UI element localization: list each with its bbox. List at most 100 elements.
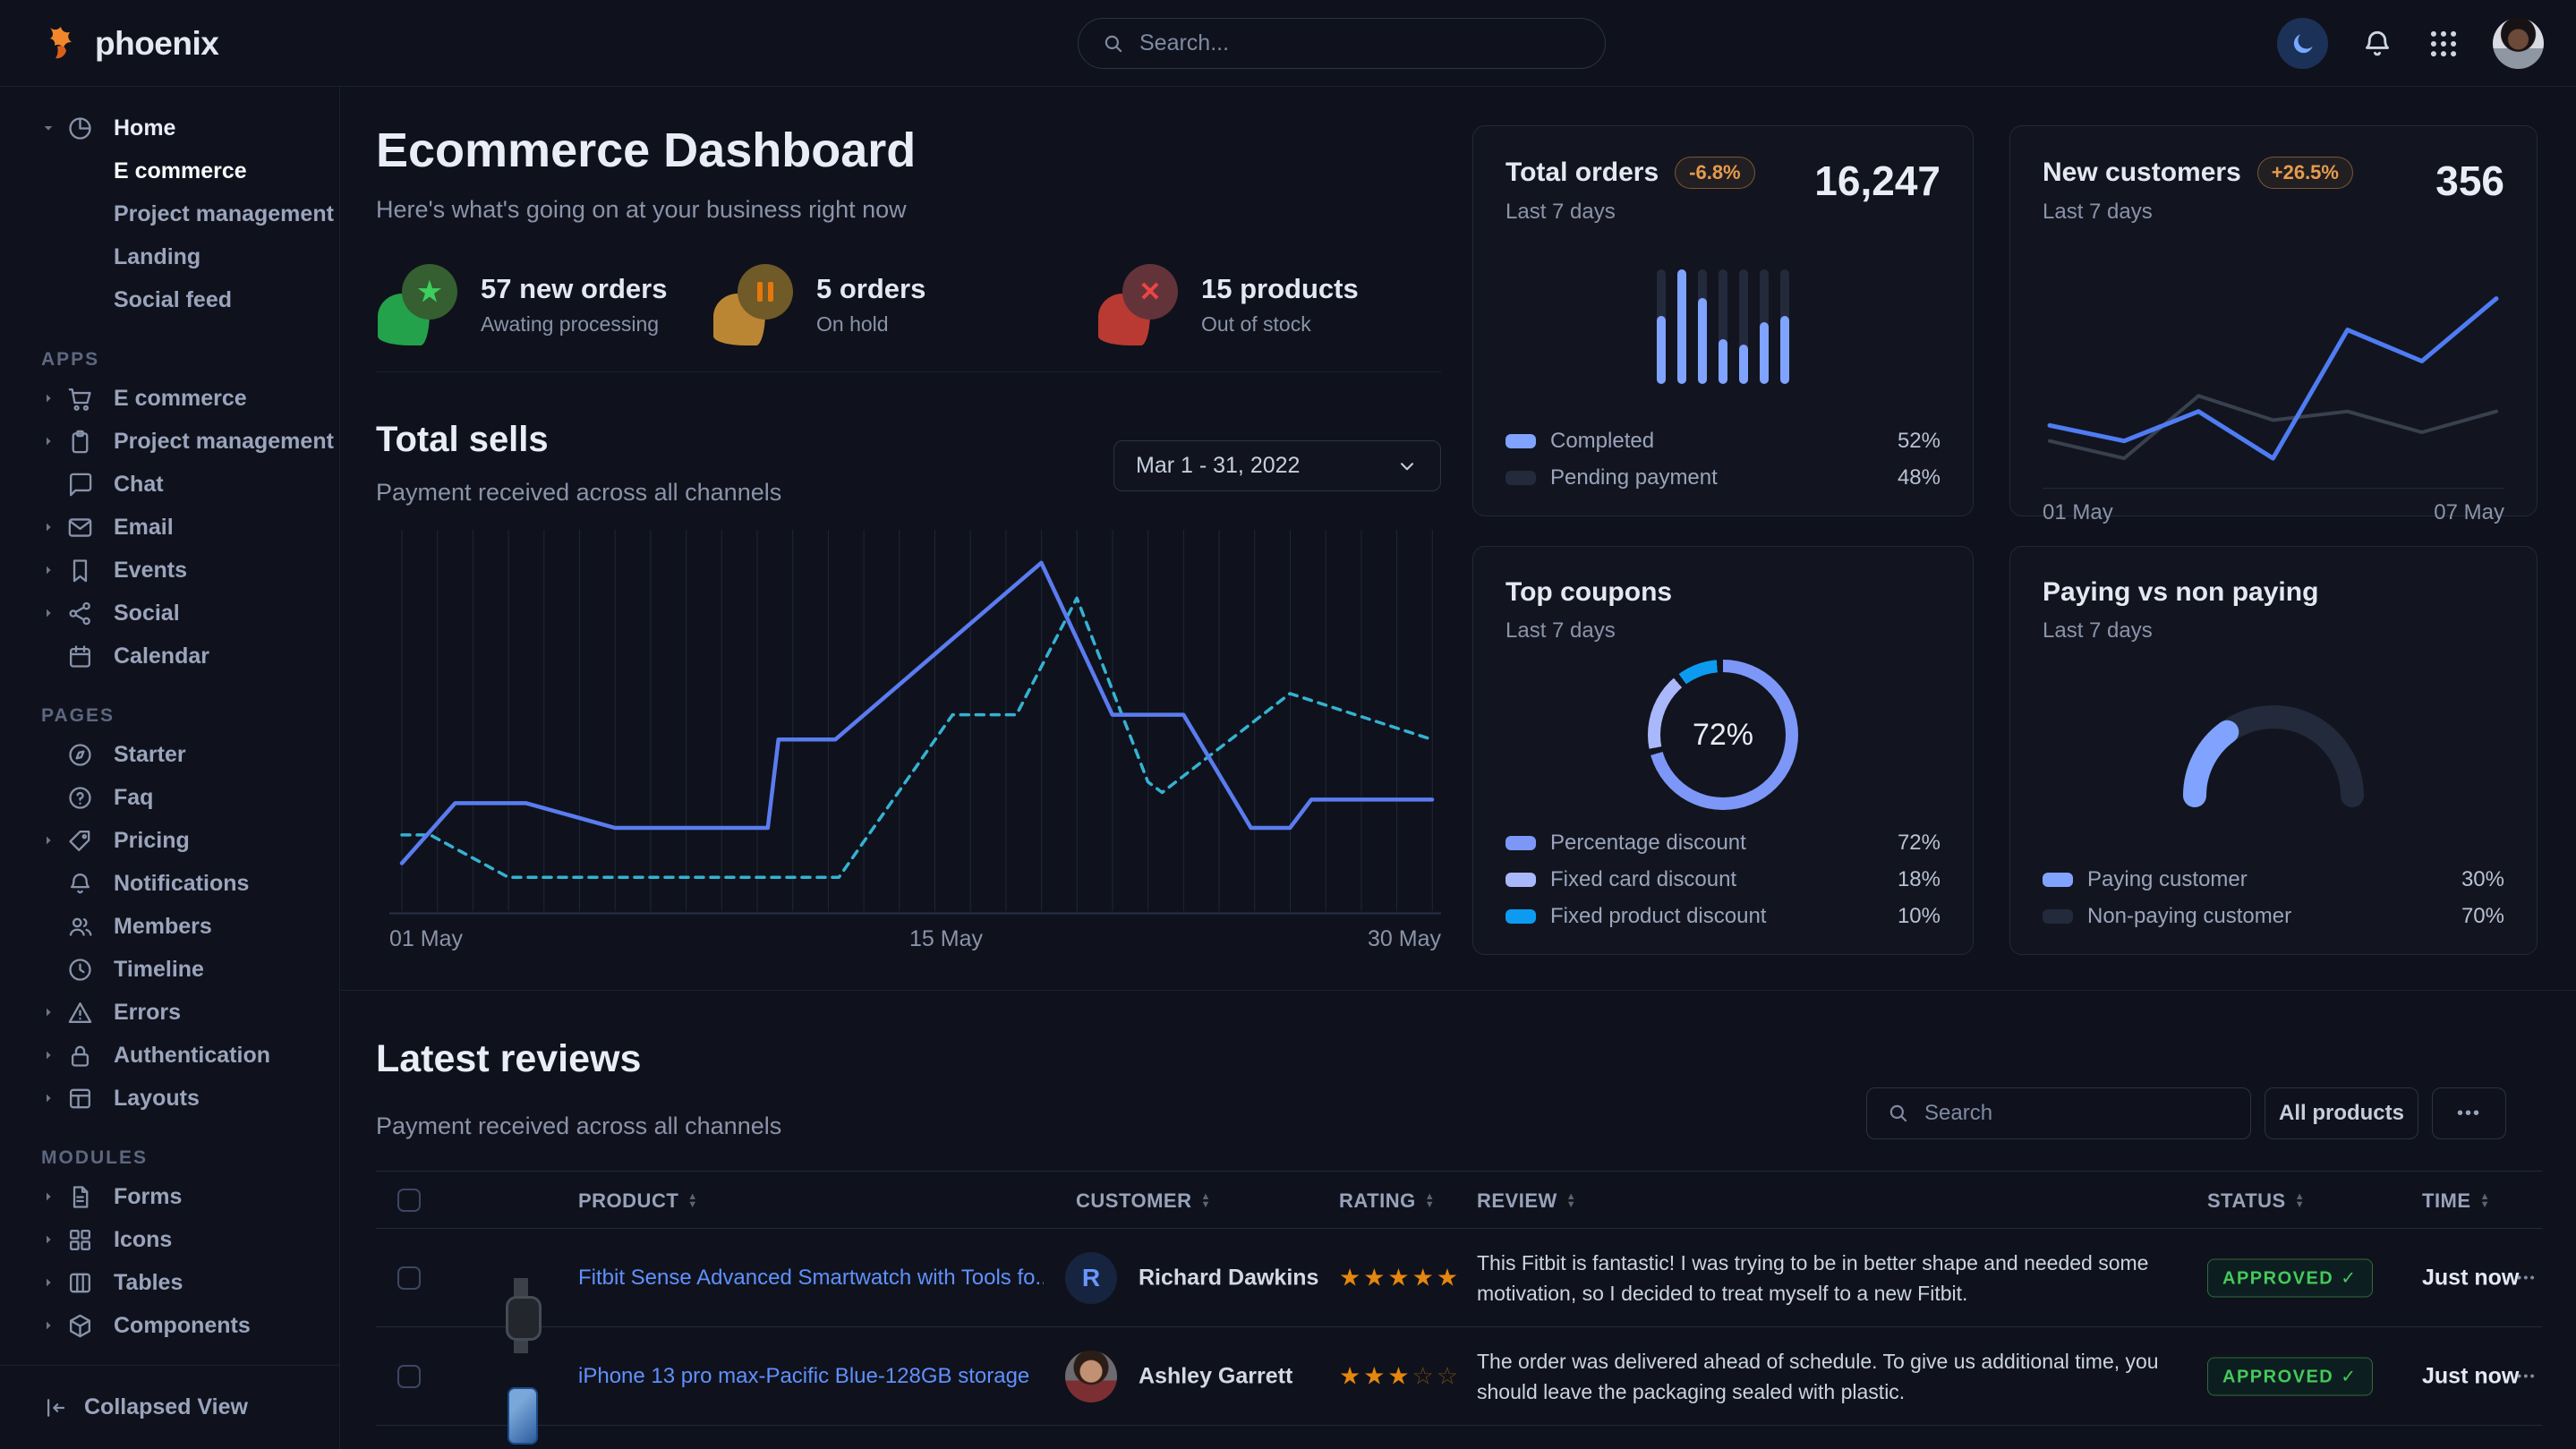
- sidebar-item-timeline[interactable]: Timeline: [0, 948, 339, 991]
- sort-icon[interactable]: ▲▼: [1425, 1193, 1435, 1209]
- clock-icon: [66, 956, 94, 984]
- column-header: STATUS: [2207, 1189, 2286, 1213]
- sidebar-item-components[interactable]: Components: [0, 1304, 339, 1347]
- table-icon: [66, 1269, 94, 1297]
- mail-icon: [66, 514, 94, 541]
- sort-icon[interactable]: ▲▼: [1566, 1193, 1576, 1209]
- sidebar-item-project-management[interactable]: Project management: [0, 420, 339, 463]
- caret-right-icon: [41, 519, 66, 535]
- stat-icon: [712, 262, 797, 347]
- sidebar-item-forms[interactable]: Forms: [0, 1175, 339, 1218]
- review-row: iPhone 13 pro max-Pacific Blue-128GB sto…: [376, 1327, 2542, 1426]
- sidebar-subitem-landing[interactable]: Landing: [0, 235, 339, 278]
- sidebar-item-social[interactable]: Social: [0, 592, 339, 635]
- collapse-sidebar-button[interactable]: Collapsed View: [0, 1365, 340, 1449]
- sidebar-item-label: Components: [114, 1313, 251, 1339]
- sidebar-item-label: Notifications: [114, 871, 249, 897]
- sidebar-item-faq[interactable]: Faq: [0, 776, 339, 819]
- card-title: Top coupons: [1506, 577, 1672, 608]
- bar-track: [1739, 269, 1748, 384]
- caret-right-icon: [41, 605, 66, 621]
- sidebar-item-home[interactable]: Home: [0, 107, 339, 149]
- notifications-bell-icon[interactable]: [2360, 27, 2394, 61]
- sidebar-item-authentication[interactable]: Authentication: [0, 1034, 339, 1077]
- sidebar-item-chat[interactable]: Chat: [0, 463, 339, 506]
- x-tick: 30 May: [1368, 926, 1441, 952]
- legend-value: 10%: [1898, 904, 1941, 929]
- row-checkbox[interactable]: [397, 1266, 421, 1290]
- sidebar-item-notifications[interactable]: Notifications: [0, 862, 339, 905]
- column-header: CUSTOMER: [1076, 1189, 1192, 1213]
- row-more-icon[interactable]: •••: [2517, 1368, 2537, 1384]
- sidebar-item-label: Forms: [114, 1184, 182, 1210]
- donut-center-label: 72%: [1648, 660, 1798, 810]
- legend-row: Percentage discount72%: [1506, 831, 1941, 856]
- column-header: PRODUCT: [578, 1189, 678, 1213]
- brand[interactable]: phoenix: [38, 0, 218, 87]
- sidebar-item-pricing[interactable]: Pricing: [0, 819, 339, 862]
- card-title: New customers: [2043, 158, 2241, 188]
- bar-completed: [1760, 322, 1769, 384]
- apps-grid-icon[interactable]: [2427, 27, 2461, 61]
- review-row: [376, 1426, 2542, 1449]
- product-link[interactable]: iPhone 13 pro max-Pacific Blue-128GB sto…: [578, 1364, 1029, 1389]
- caret-right-icon: [41, 1189, 66, 1205]
- sidebar-item-starter[interactable]: Starter: [0, 733, 339, 776]
- sidebar-item-e-commerce[interactable]: E commerce: [0, 377, 339, 420]
- sort-icon[interactable]: ▲▼: [2295, 1193, 2305, 1209]
- bar-completed: [1657, 316, 1666, 384]
- sidebar-subitem-project-management[interactable]: Project management: [0, 192, 339, 235]
- sidebar-item-email[interactable]: Email: [0, 506, 339, 549]
- bar-track: [1677, 269, 1686, 384]
- new-customers-card: New customers +26.5% Last 7 days 356 01 …: [2009, 125, 2538, 516]
- global-search-input[interactable]: [1138, 30, 1582, 57]
- total-sells-chart: [389, 527, 1441, 916]
- bar-completed: [1780, 316, 1789, 384]
- stat-value: 15 products: [1201, 273, 1359, 305]
- sidebar-subitem-social-feed[interactable]: Social feed: [0, 278, 339, 321]
- reviews-search[interactable]: [1866, 1087, 2251, 1139]
- sidebar-nav: HomeE commerceProject managementLandingS…: [0, 87, 339, 1347]
- sidebar-item-errors[interactable]: Errors: [0, 991, 339, 1034]
- stat-value: 57 new orders: [481, 273, 667, 305]
- card-period: Last 7 days: [2043, 618, 2318, 644]
- review-text: This Fitbit is fantastic! I was trying t…: [1477, 1248, 2202, 1308]
- search-icon: [1102, 32, 1125, 55]
- sidebar-item-members[interactable]: Members: [0, 905, 339, 948]
- reviews-search-input[interactable]: [1923, 1100, 2231, 1127]
- sidebar-item-layouts[interactable]: Layouts: [0, 1077, 339, 1120]
- date-range-select[interactable]: Mar 1 - 31, 2022: [1113, 440, 1441, 491]
- customer-avatar: [1065, 1351, 1117, 1402]
- global-search[interactable]: [1078, 18, 1606, 69]
- row-more-icon[interactable]: •••: [2517, 1270, 2537, 1285]
- sidebar-item-tables[interactable]: Tables: [0, 1261, 339, 1304]
- bar-track: [1698, 269, 1707, 384]
- card-period: Last 7 days: [1506, 200, 1755, 225]
- theme-toggle-button[interactable]: [2277, 18, 2328, 69]
- sidebar-item-label: Members: [114, 914, 212, 940]
- sidebar-section-label: MODULES: [0, 1141, 339, 1175]
- bar-track: [1780, 269, 1789, 384]
- sort-icon[interactable]: ▲▼: [687, 1193, 697, 1209]
- sidebar-item-calendar[interactable]: Calendar: [0, 635, 339, 678]
- sidebar-item-label: Email: [114, 515, 174, 541]
- select-all-checkbox[interactable]: [397, 1189, 421, 1212]
- user-avatar[interactable]: [2493, 18, 2544, 69]
- row-checkbox[interactable]: [397, 1365, 421, 1388]
- legend-row: Non-paying customer70%: [2043, 904, 2504, 929]
- bar-track: [1657, 269, 1666, 384]
- product-link[interactable]: Fitbit Sense Advanced Smartwatch with To…: [578, 1266, 1044, 1291]
- customer-name: Richard Dawkins: [1139, 1265, 1318, 1291]
- all-products-filter-button[interactable]: All products: [2265, 1087, 2418, 1139]
- sidebar-subitem-e-commerce[interactable]: E commerce: [0, 149, 339, 192]
- stat-item-15-products: ✕15 productsOut of stock: [1096, 262, 1359, 347]
- legend-swatch: [1506, 836, 1536, 850]
- sidebar-item-label: Events: [114, 558, 187, 584]
- sort-icon[interactable]: ▲▼: [2480, 1193, 2490, 1209]
- legend-label: Non-paying customer: [2087, 904, 2291, 929]
- sidebar-item-events[interactable]: Events: [0, 549, 339, 592]
- bar-completed: [1739, 345, 1748, 384]
- sort-icon[interactable]: ▲▼: [1201, 1193, 1211, 1209]
- sidebar-item-icons[interactable]: Icons: [0, 1218, 339, 1261]
- more-options-button[interactable]: •••: [2432, 1087, 2506, 1139]
